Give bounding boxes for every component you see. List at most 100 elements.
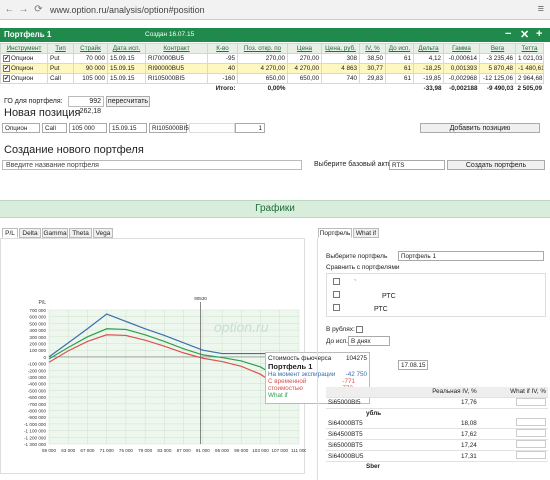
- cell-date: 15.09.15: [107, 63, 146, 74]
- iv-whatif-input[interactable]: [478, 397, 548, 409]
- portfolio-name-input[interactable]: Введите название портфеля: [2, 160, 302, 170]
- x-tick-label: 107 000: [271, 448, 288, 453]
- row-checkbox[interactable]: ✔: [3, 74, 10, 82]
- compare-checkbox[interactable]: [333, 304, 340, 311]
- collapse-icon[interactable]: −: [505, 28, 511, 40]
- iv-whatif-input[interactable]: [478, 439, 548, 451]
- reload-icon[interactable]: ⟳: [33, 4, 44, 15]
- tab-delta[interactable]: Delta: [19, 228, 41, 238]
- table-row[interactable]: ✔ Опцион Put 90 000 15.09.15 RI90000BU5 40 4 27…: [0, 63, 544, 74]
- cell-text: 1 021,03: [518, 54, 543, 62]
- column-header[interactable]: К-во: [207, 43, 238, 54]
- iv-name: Sber: [366, 463, 380, 471]
- cell-strike: 90 000: [73, 63, 108, 74]
- cell-contract: RI105000BI5: [145, 73, 208, 84]
- tab-whatif[interactable]: What if: [353, 228, 379, 238]
- date-input[interactable]: 17.08.15: [398, 360, 428, 370]
- instrument-select[interactable]: Опцион: [2, 123, 40, 133]
- column-header[interactable]: Цена: [287, 43, 322, 54]
- column-header[interactable]: Цена, руб.: [321, 43, 360, 54]
- row-checkbox[interactable]: ✔: [3, 54, 10, 62]
- type-select[interactable]: Call: [42, 123, 67, 133]
- compare-checkbox[interactable]: [333, 291, 340, 298]
- iv-name: Si65000BI5: [326, 397, 395, 409]
- column-header[interactable]: Вега: [479, 43, 516, 54]
- add-position-button[interactable]: Добавить позицию: [420, 123, 540, 133]
- table-row[interactable]: ✔ Опцион Call 105 000 15.09.15 RI105000BI5 -16…: [0, 73, 544, 84]
- cell-iv: 38,50: [359, 53, 386, 64]
- row-checkbox[interactable]: ✔: [3, 64, 10, 72]
- cell-days: 61: [385, 53, 414, 64]
- compare-item[interactable]: РТС: [333, 291, 396, 300]
- table-row[interactable]: ✔ Опцион Put 70 000 15.09.15 RI70000BU5 -95 270…: [0, 53, 544, 64]
- y-tick-label: 400 000: [29, 328, 46, 333]
- compare-item[interactable]: РТС: [333, 304, 388, 313]
- tab-pl[interactable]: P/L: [2, 228, 18, 238]
- iv-row: Si64000BT5 18,08: [326, 418, 548, 429]
- add-portfolio-icon[interactable]: +: [536, 28, 542, 40]
- tab-vega[interactable]: Vega: [93, 228, 113, 238]
- iv-whatif-input[interactable]: [478, 450, 548, 462]
- tab-theta[interactable]: Theta: [69, 228, 92, 238]
- menu-icon[interactable]: ≡: [538, 3, 544, 15]
- rub-checkbox[interactable]: [356, 326, 363, 333]
- cell-vega: 5 870,48: [479, 63, 516, 74]
- compare-checkbox[interactable]: [333, 278, 340, 285]
- total-empty: [386, 84, 414, 94]
- column-header[interactable]: До исп.: [385, 43, 414, 54]
- x-tick-label: 95 000: [215, 448, 229, 453]
- qty-input[interactable]: 1: [235, 123, 265, 133]
- compare-item-label: РТС: [374, 306, 388, 313]
- recalc-button[interactable]: пересчитать: [106, 96, 150, 107]
- close-icon[interactable]: ✕: [520, 28, 529, 41]
- portfolio-select[interactable]: Портфель 1: [398, 251, 544, 261]
- y-tick-label: -700 000: [28, 402, 47, 407]
- column-header[interactable]: Тетта: [515, 43, 544, 54]
- iv-name: Si65000BT5: [326, 439, 395, 451]
- column-header[interactable]: Дельта: [413, 43, 444, 54]
- column-header[interactable]: Контракт: [145, 43, 208, 54]
- iv-whatif-input[interactable]: [478, 428, 548, 440]
- y-axis-label: P/L: [38, 300, 46, 306]
- contract-select[interactable]: RI105000BI5: [149, 123, 189, 133]
- column-header[interactable]: Страйк: [73, 43, 108, 54]
- choose-portfolio-label: Выберите портфель: [326, 253, 388, 260]
- to-expiry-select[interactable]: В днях: [348, 336, 390, 346]
- cell-price_rub: 308: [321, 53, 360, 64]
- column-header[interactable]: Дата исп.: [107, 43, 146, 54]
- strike-select[interactable]: 105 000: [69, 123, 107, 133]
- column-header[interactable]: Инструмент: [0, 43, 48, 54]
- column-header[interactable]: Гамма: [443, 43, 480, 54]
- column-header[interactable]: Тип: [47, 43, 74, 54]
- portfolio-title[interactable]: Портфель 1: [4, 30, 51, 39]
- forward-icon[interactable]: →: [18, 4, 29, 15]
- total-empty: [146, 84, 208, 94]
- y-tick-label: 500 000: [29, 321, 46, 326]
- create-portfolio-button[interactable]: Создать портфель: [447, 160, 545, 170]
- cell-gamma: 0,001393: [443, 63, 480, 74]
- back-icon[interactable]: ←: [4, 4, 15, 15]
- cell-price_rub: 4 863: [321, 63, 360, 74]
- cell-instrument: ✔ Опцион: [0, 53, 48, 64]
- compare-item[interactable]: `: [333, 278, 356, 287]
- total-empty: [1, 84, 48, 94]
- cell-strike: 105 000: [73, 73, 108, 84]
- base-asset-label: Выберите базовый актив: [314, 161, 396, 168]
- portfolio-header: Портфель 1 Создан 16.07.15 − ✕ +: [0, 28, 550, 42]
- cell-date: 15.09.15: [107, 53, 146, 64]
- column-header[interactable]: IV, %: [359, 43, 386, 54]
- tab-portfolio[interactable]: Портфель: [318, 228, 352, 238]
- iv-whatif-input[interactable]: [478, 418, 548, 429]
- cell-qty: 40: [207, 63, 238, 74]
- total-empty: [74, 84, 108, 94]
- base-asset-select[interactable]: RTS: [389, 160, 445, 170]
- iv-name: убль: [366, 409, 382, 417]
- tab-gamma[interactable]: Gamma: [42, 228, 68, 238]
- cell-price: 4 270,00: [287, 63, 322, 74]
- date-select[interactable]: 15.09.15: [109, 123, 147, 133]
- iv-row: Si64500BT5 17,62: [326, 428, 548, 440]
- portfolio-created: Создан 16.07.15: [145, 31, 195, 38]
- pl-chart[interactable]: option.ru700 000600 000500 000400 000300…: [1, 239, 306, 475]
- address-bar[interactable]: www.option.ru/analysis/option#position: [50, 3, 530, 17]
- column-header[interactable]: Поз. откр. по: [237, 43, 288, 54]
